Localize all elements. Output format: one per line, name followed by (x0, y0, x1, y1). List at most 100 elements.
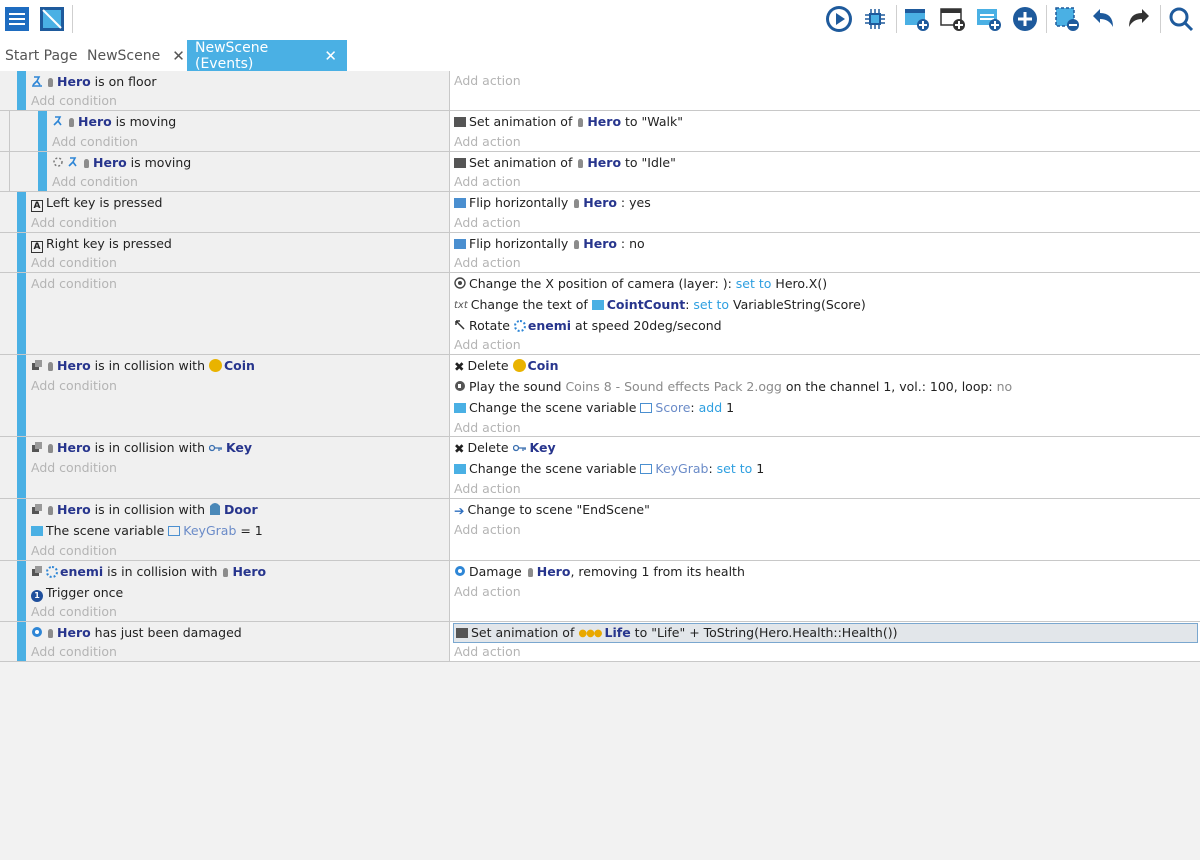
action[interactable]: txt Change the text of CointCount: set to… (454, 295, 866, 315)
conditions-column[interactable]: Hero is moving Add condition (0, 111, 450, 152)
action[interactable]: Change the scene variable KeyGrab: set t… (454, 459, 764, 479)
condition[interactable]: Hero is moving (52, 112, 176, 132)
condition[interactable]: A Left key is pressed (31, 193, 162, 213)
add-condition-link[interactable]: Add condition (31, 376, 117, 396)
tab-newscene[interactable]: NewScene ✕ (79, 40, 186, 71)
condition[interactable]: Hero is moving (52, 153, 191, 173)
empty-area[interactable] (0, 662, 1200, 860)
actions-column[interactable]: Flip horizontally Hero : yes Add action (450, 192, 1200, 232)
add-action-link[interactable]: Add action (454, 520, 521, 540)
add-action-link[interactable]: Add action (454, 418, 521, 438)
actions-column[interactable]: Set animation of Hero to "Idle" Add acti… (450, 152, 1200, 191)
action[interactable]: ➔ Change to scene "EndScene" (454, 500, 650, 520)
action[interactable]: Play the sound Coins 8 - Sound effects P… (454, 377, 1012, 397)
events-list-icon[interactable] (2, 4, 32, 34)
scene-editor-icon[interactable] (37, 4, 67, 34)
conditions-column[interactable]: Hero is in collision with Door The scene… (0, 499, 450, 560)
add-action-link[interactable]: Add action (454, 479, 521, 499)
add-condition-link[interactable]: Add condition (31, 213, 117, 233)
actions-column[interactable]: Set animation of Hero to "Walk" Add acti… (450, 111, 1200, 151)
condition[interactable]: The scene variable KeyGrab = 1 (31, 521, 263, 541)
event-row[interactable]: Hero is in collision with Door The scene… (0, 499, 1200, 561)
action[interactable]: ✖ Delete Key (454, 438, 556, 458)
actions-column[interactable]: Add action (450, 71, 1200, 110)
actions-column[interactable]: Flip horizontally Hero : no Add action (450, 233, 1200, 272)
conditions-column[interactable]: Hero is on floor Add condition (0, 71, 450, 110)
condition[interactable]: Hero is in collision with Door (31, 500, 258, 520)
add-condition-link[interactable]: Add condition (31, 253, 117, 273)
action[interactable]: Change the scene variable Score: add 1 (454, 398, 734, 418)
action[interactable]: Set animation of Hero to "Walk" (454, 112, 683, 132)
add-more-icon[interactable] (1010, 4, 1040, 34)
actions-column[interactable]: Change the X position of camera (layer: … (450, 273, 1200, 354)
add-condition-link[interactable]: Add condition (31, 541, 117, 561)
event-row[interactable]: Hero is on floor Add condition Add actio… (0, 71, 1200, 111)
conditions-column[interactable]: enemi is in collision with Hero 1 Trigger… (0, 561, 450, 621)
conditions-column[interactable]: Hero is in collision with Coin Add condi… (0, 355, 450, 436)
separator: : (708, 461, 717, 476)
add-action-link[interactable]: Add action (454, 71, 521, 91)
action[interactable]: Damage Hero, removing 1 from its health (454, 562, 745, 582)
event-row[interactable]: A Right key is pressed Add condition Flip… (0, 233, 1200, 273)
conditions-column[interactable]: Hero is in collision with Key Add condit… (0, 437, 450, 498)
conditions-column[interactable]: A Left key is pressed Add condition (0, 192, 450, 232)
event-row[interactable]: A Left key is pressed Add condition Flip … (0, 192, 1200, 233)
condition[interactable]: A Right key is pressed (31, 234, 172, 254)
add-action-link[interactable]: Add action (454, 213, 521, 233)
add-comment-icon[interactable] (974, 4, 1004, 34)
delete-icon[interactable] (1052, 4, 1082, 34)
conditions-column[interactable]: A Right key is pressed Add condition (0, 233, 450, 272)
tab-start-page[interactable]: Start Page (0, 40, 78, 71)
conditions-column[interactable]: Hero has just been damaged Add condition (0, 622, 450, 661)
redo-icon[interactable] (1124, 4, 1154, 34)
event-row[interactable]: enemi is in collision with Hero 1 Trigger… (0, 561, 1200, 622)
add-action-link[interactable]: Add action (454, 335, 521, 355)
event-row[interactable]: Add condition Change the X position of c… (0, 273, 1200, 355)
collision-icon (31, 563, 43, 583)
add-condition-link[interactable]: Add condition (31, 274, 117, 294)
undo-icon[interactable] (1088, 4, 1118, 34)
action[interactable]: Change the X position of camera (layer: … (454, 274, 827, 294)
actions-column[interactable]: ✖ Delete Key Change the scene variable Ke… (450, 437, 1200, 498)
selected-action[interactable]: Set animation of ●●● Life to "Life" + ToS… (453, 623, 1198, 643)
conditions-column[interactable]: Add condition (0, 273, 450, 354)
condition[interactable]: Hero is in collision with Coin (31, 356, 255, 376)
add-action-link[interactable]: Add action (454, 642, 521, 662)
add-action-link[interactable]: Add action (454, 253, 521, 273)
add-action-link[interactable]: Add action (454, 172, 521, 192)
actions-column[interactable]: Damage Hero, removing 1 from its health … (450, 561, 1200, 621)
add-condition-link[interactable]: Add condition (52, 172, 138, 192)
action[interactable]: Set animation of Hero to "Idle" (454, 153, 676, 173)
condition[interactable]: Hero is on floor (31, 72, 157, 92)
add-condition-link[interactable]: Add condition (31, 458, 117, 478)
condition[interactable]: 1 Trigger once (31, 583, 123, 603)
condition[interactable]: enemi is in collision with Hero (31, 562, 266, 582)
add-event-icon[interactable] (902, 4, 932, 34)
tab-newscene-events[interactable]: NewScene (Events) ✕ (187, 40, 347, 72)
actions-column[interactable]: ➔ Change to scene "EndScene" Add action (450, 499, 1200, 560)
condition[interactable]: Hero is in collision with Key (31, 438, 252, 458)
action[interactable]: ✖ Delete Coin (454, 356, 558, 376)
action[interactable]: Rotate enemi at speed 20deg/second (454, 316, 722, 336)
sub-event-row[interactable]: Hero is moving Add condition Set animati… (0, 152, 1200, 192)
search-icon[interactable] (1166, 4, 1196, 34)
add-condition-link[interactable]: Add condition (31, 642, 117, 662)
add-action-link[interactable]: Add action (454, 132, 521, 152)
sub-event-row[interactable]: Hero is moving Add condition Set animati… (0, 111, 1200, 152)
event-row[interactable]: Hero is in collision with Key Add condit… (0, 437, 1200, 499)
play-icon[interactable] (824, 4, 854, 34)
conditions-column[interactable]: Hero is moving Add condition (0, 152, 450, 192)
close-icon[interactable]: ✕ (312, 47, 347, 65)
debug-icon[interactable] (860, 4, 890, 34)
add-action-link[interactable]: Add action (454, 582, 521, 602)
add-subevent-icon[interactable] (938, 4, 968, 34)
action[interactable]: Flip horizontally Hero : yes (454, 193, 651, 213)
add-condition-link[interactable]: Add condition (52, 132, 138, 152)
event-row[interactable]: Hero is in collision with Coin Add condi… (0, 355, 1200, 437)
action[interactable]: Flip horizontally Hero : no (454, 234, 645, 254)
actions-column[interactable]: ✖ Delete Coin Play the sound Coins 8 - So… (450, 355, 1200, 436)
condition[interactable]: Hero has just been damaged (31, 623, 242, 643)
add-condition-link[interactable]: Add condition (31, 602, 117, 622)
action[interactable]: Set animation of ●●● Life to "Life" + ToS… (456, 623, 898, 643)
add-condition-link[interactable]: Add condition (31, 91, 117, 111)
